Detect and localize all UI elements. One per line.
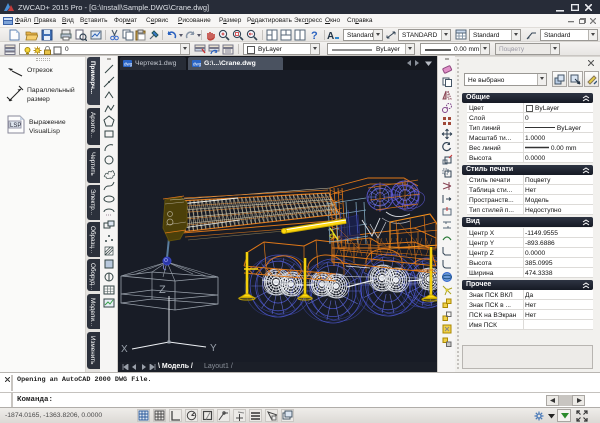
- svg-text:X: X: [121, 344, 128, 355]
- svg-text:A: A: [327, 31, 334, 41]
- svg-text:dwg: dwg: [124, 62, 132, 67]
- svg-text:Z: Z: [159, 284, 166, 296]
- svg-text:?: ?: [311, 30, 318, 41]
- svg-text:Y: Y: [210, 343, 217, 354]
- svg-text:dwg: dwg: [193, 62, 201, 67]
- svg-text:LSP: LSP: [10, 123, 21, 129]
